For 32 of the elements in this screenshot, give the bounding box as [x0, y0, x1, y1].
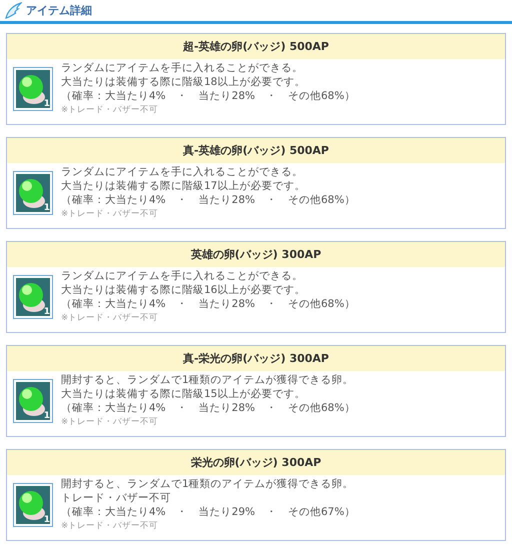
description-line: 大当たりは装備する際に階級16以上が必要です。: [61, 283, 306, 297]
egg-item-icon: 1: [13, 171, 53, 215]
egg-item-icon: 1: [13, 483, 53, 527]
wing-icon: [4, 2, 22, 20]
item-title: 超-英雄の卵(バッジ) 500AP: [7, 34, 505, 59]
egg-item-icon: 1: [13, 379, 53, 423]
trade-note: ※トレード・バザー不可: [61, 520, 160, 533]
description-line: 開封すると、ランダムで1種類のアイテムが獲得できる卵。: [61, 373, 355, 387]
item-title: 英雄の卵(バッジ) 300AP: [7, 242, 505, 267]
trade-note: ※トレード・バザー不可: [61, 416, 160, 429]
trade-note: ※トレード・バザー不可: [61, 208, 160, 221]
trade-note: ※トレード・バザー不可: [61, 104, 160, 117]
description-line: ランダムにアイテムを手に入れることができる。: [61, 269, 304, 283]
section-title: アイテム詳細: [26, 3, 92, 18]
egg-item-icon: 1: [13, 275, 53, 319]
description-line: 大当たりは装備する際に階級17以上が必要です。: [61, 179, 306, 193]
description-line: 大当たりは装備する際に階級18以上が必要です。: [61, 75, 306, 89]
description-line: （確率：大当たり4% ・ 当たり29% ・ その他67%）: [61, 505, 356, 519]
description-line: ランダムにアイテムを手に入れることができる。: [61, 165, 304, 179]
item-title: 真-栄光の卵(バッジ) 300AP: [7, 346, 505, 371]
trade-note: ※トレード・バザー不可: [61, 312, 160, 325]
item-title: 真-英雄の卵(バッジ) 500AP: [7, 138, 505, 163]
description-line: （確率：大当たり4% ・ 当たり28% ・ その他68%）: [61, 297, 356, 311]
item-title: 栄光の卵(バッジ) 300AP: [7, 450, 505, 475]
description-line: 開封すると、ランダムで1種類のアイテムが獲得できる卵。: [61, 477, 355, 491]
egg-item-icon: 1: [13, 67, 53, 111]
description-line: ランダムにアイテムを手に入れることができる。: [61, 61, 304, 75]
description-line: トレード・バザー不可: [61, 491, 172, 505]
description-line: 大当たりは装備する際に階級15以上が必要です。: [61, 387, 306, 401]
description-line: （確率：大当たり4% ・ 当たり28% ・ その他68%）: [61, 89, 356, 103]
description-line: （確率：大当たり4% ・ 当たり28% ・ その他68%）: [61, 193, 356, 207]
description-line: （確率：大当たり4% ・ 当たり28% ・ その他68%）: [61, 401, 356, 415]
